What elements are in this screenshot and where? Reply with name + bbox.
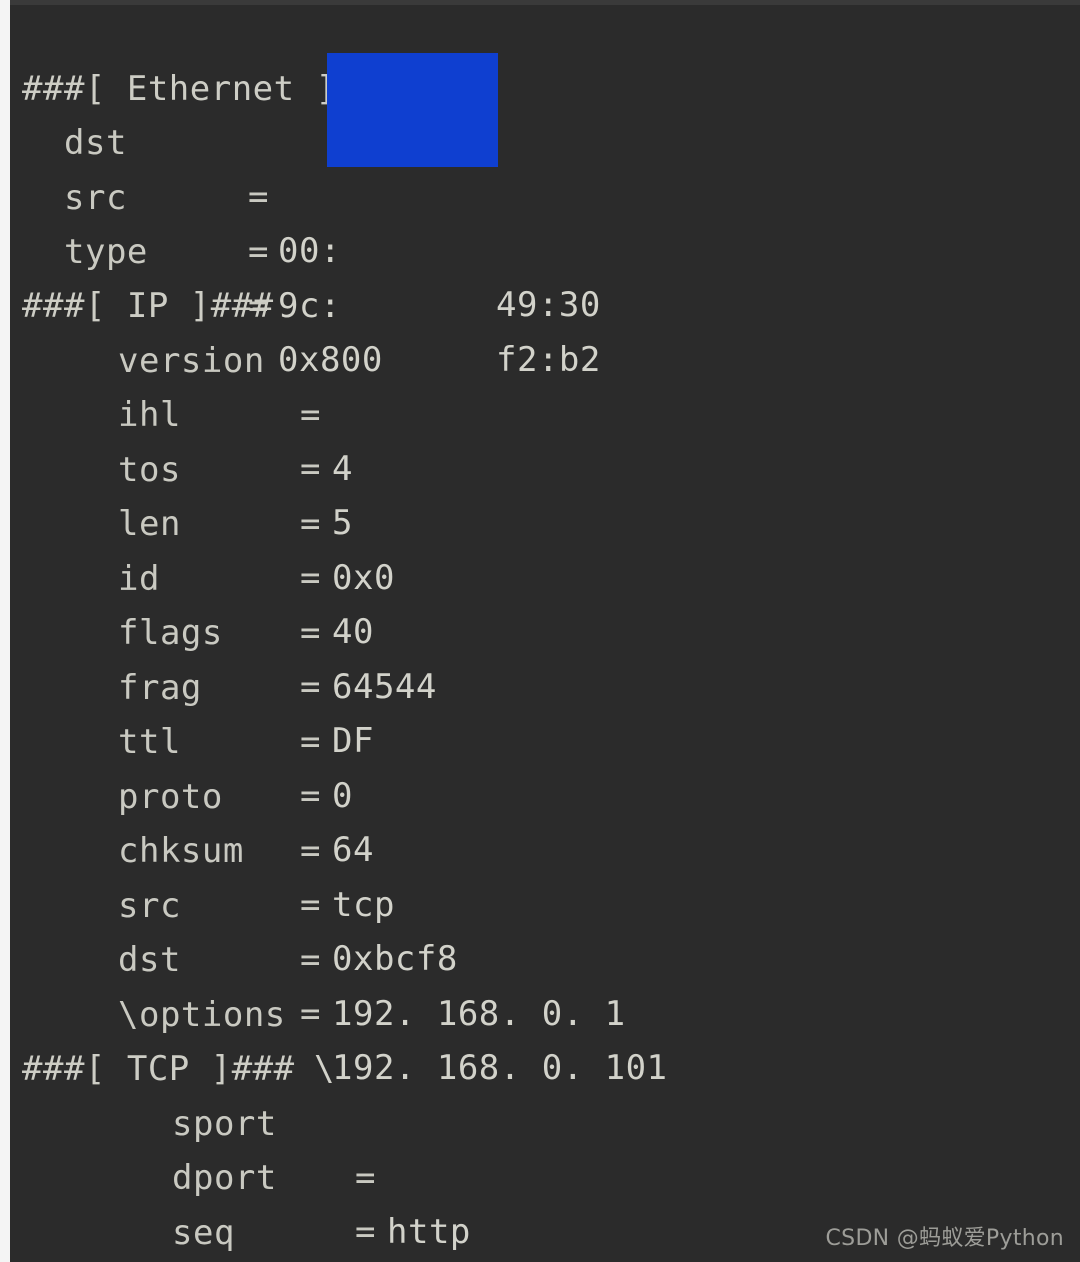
field-row-tcp-sport: sport = http <box>0 1043 1080 1252</box>
layer-header-ip: ###[ IP ]### <box>0 225 1080 326</box>
field-row-ip-ttl: ttl = 64 <box>0 661 1080 870</box>
field-row-ip-version: version = 4 <box>0 280 1080 489</box>
field-row-eth-type: type = 0x800 <box>0 171 1080 380</box>
field-row-ip-proto: proto = tcp <box>0 716 1080 925</box>
csdn-watermark: CSDN @蚂蚁爱Python <box>825 1226 1064 1251</box>
field-row-ip-flags: flags = DF <box>0 552 1080 761</box>
layer-header-ethernet: ###[ Ethernet ]### <box>0 8 1080 109</box>
field-row-tcp-dport: dport = 58671 <box>0 1097 1080 1252</box>
mac-address-redaction-box <box>327 53 498 167</box>
terminal-screenshot: ###[ Ethernet ]### dst = 00: 49:30 src =… <box>0 0 1080 1262</box>
field-row-ip-options: \options \ <box>0 934 1080 1089</box>
field-row-tcp-seq: seq = 824711662 <box>0 1152 1080 1253</box>
field-row-ip-ihl: ihl = 5 <box>0 334 1080 543</box>
field-row-ip-id: id = 64544 <box>0 498 1080 707</box>
field-row-ip-src: src = 192. 168. 0. 1 <box>0 825 1080 1034</box>
layer-header-tcp: ###[ TCP ]### <box>0 988 1080 1089</box>
field-row-eth-dst: dst = 00: 49:30 <box>0 62 1080 325</box>
packet-dump-text: ###[ Ethernet ]### dst = 00: 49:30 src =… <box>0 0 1080 1262</box>
field-row-ip-len: len = 40 <box>0 443 1080 652</box>
field-row-ip-dst: dst = 192. 168. 0. 101 <box>0 879 1080 1088</box>
field-row-eth-src: src = 9c: f2:b2 <box>0 117 1080 380</box>
field-row-ip-tos: tos = 0x0 <box>0 389 1080 598</box>
field-row-ip-frag: frag = 0 <box>0 607 1080 816</box>
field-row-ip-chksum: chksum = 0xbcf8 <box>0 770 1080 979</box>
